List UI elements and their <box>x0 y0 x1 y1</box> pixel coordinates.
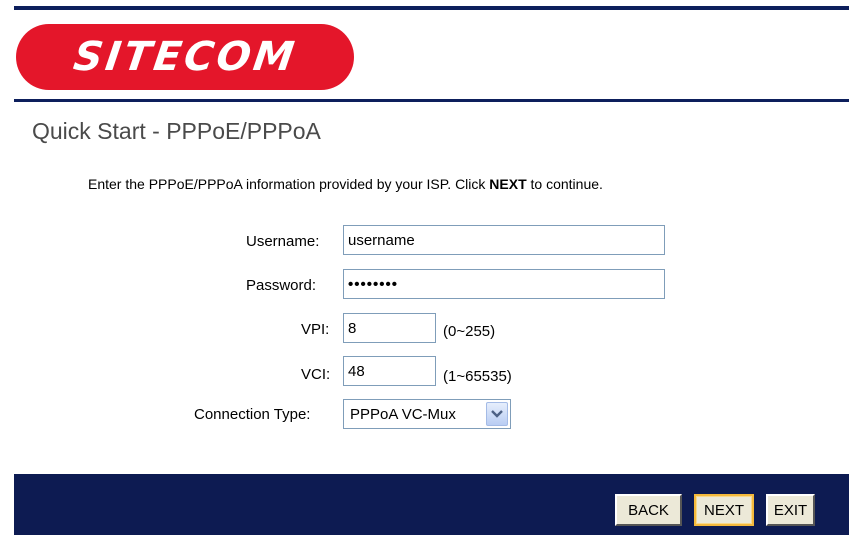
logo-text: SITECOM <box>70 34 300 80</box>
instructions-text-after: to continue. <box>526 176 603 192</box>
exit-button[interactable]: EXIT <box>766 494 815 526</box>
connection-type-select[interactable]: PPPoA VC-Mux <box>343 399 511 429</box>
page-title: Quick Start - PPPoE/PPPoA <box>32 118 321 144</box>
quick-start-page: SITECOM Quick Start - PPPoE/PPPoA Enter … <box>0 0 849 535</box>
vpi-range-hint: (0~255) <box>443 323 496 340</box>
next-button[interactable]: NEXT <box>694 494 754 526</box>
sitecom-logo: SITECOM <box>16 24 354 90</box>
vci-input[interactable] <box>343 356 436 386</box>
top-divider <box>14 6 849 10</box>
connection-type-value: PPPoA VC-Mux <box>350 405 456 423</box>
connection-type-label: Connection Type: <box>194 406 311 423</box>
vci-label: VCI: <box>301 366 331 383</box>
instructions-text: Enter the PPPoE/PPPoA information provid… <box>88 176 603 192</box>
vpi-input[interactable] <box>343 313 436 343</box>
password-label: Password: <box>246 277 317 294</box>
vci-range-hint: (1~65535) <box>443 368 512 385</box>
instructions-text-before: Enter the PPPoE/PPPoA information provid… <box>88 176 490 192</box>
header-divider <box>14 99 849 102</box>
password-input[interactable]: •••••••• <box>343 269 665 299</box>
chevron-down-icon[interactable] <box>486 402 508 426</box>
vpi-label: VPI: <box>301 321 330 338</box>
back-button[interactable]: BACK <box>615 494 682 526</box>
username-input[interactable] <box>343 225 665 255</box>
instructions-next-emphasis: NEXT <box>489 176 527 192</box>
username-label: Username: <box>246 233 320 250</box>
